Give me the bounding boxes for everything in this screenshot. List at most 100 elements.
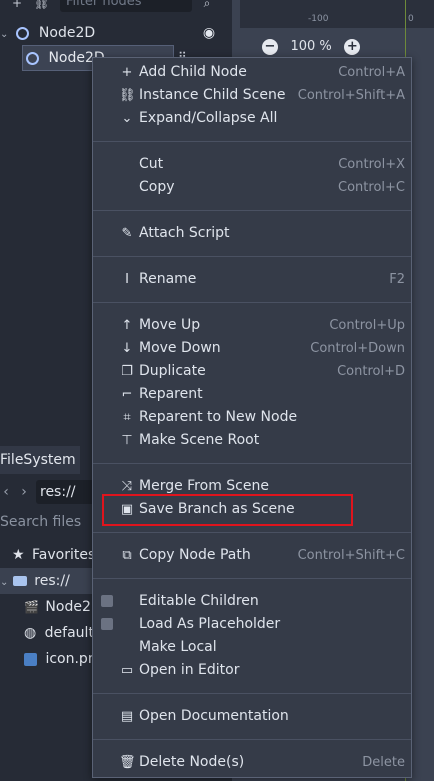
ruler-label: 0 <box>408 14 414 24</box>
arrow-up-icon: ↑ <box>121 318 133 333</box>
reparent-new-icon: ⌗ <box>123 410 131 425</box>
checkbox-unchecked[interactable] <box>101 618 113 630</box>
menu-shortcut: Control+X <box>338 157 405 172</box>
image-icon <box>24 652 37 666</box>
menu-label: Move Down <box>139 340 221 356</box>
menu-label: Make Local <box>139 639 217 655</box>
menu-label: Copy Node Path <box>139 547 251 563</box>
menu-shortcut: Control+Shift+C <box>297 548 405 563</box>
path-field[interactable]: res:// <box>36 480 96 504</box>
menu-item-add-child-node[interactable]: + Add Child Node Control+A <box>93 61 411 84</box>
fs-item-label: res:// <box>34 573 70 589</box>
menu-separator <box>93 141 411 142</box>
menu-separator <box>93 256 411 257</box>
menu-item-cut[interactable]: Cut Control+X <box>93 153 411 176</box>
menu-label: Rename <box>139 271 197 287</box>
visibility-eye-icon[interactable]: ◉ <box>200 26 218 40</box>
menu-item-delete-nodes[interactable]: 🗑 Delete Node(s) Delete <box>93 751 411 774</box>
node2d-icon <box>26 51 39 65</box>
search-icon[interactable]: ⌕ <box>200 0 214 10</box>
menu-item-instance-child-scene[interactable]: ⛓ Instance Child Scene Control+Shift+A <box>93 84 411 107</box>
menu-item-reparent[interactable]: ⌐ Reparent <box>93 383 411 406</box>
menu-label: Cut <box>139 156 164 172</box>
tree-row-root[interactable]: ⌄ Node2D <box>0 20 95 46</box>
menu-label: Copy <box>139 179 175 195</box>
folder-icon <box>12 576 27 586</box>
zoom-out-button[interactable]: − <box>262 38 278 55</box>
context-menu: + Add Child Node Control+A ⛓ Instance Ch… <box>92 57 412 778</box>
menu-item-expand-collapse[interactable]: ⌄ Expand/Collapse All <box>93 107 411 130</box>
tree-root-icon: ⊤ <box>121 433 133 448</box>
menu-label: Make Scene Root <box>139 432 260 448</box>
chevron-down-icon[interactable]: ⌄ <box>0 577 8 588</box>
fs-file-default[interactable]: ◍ default <box>24 620 94 646</box>
back-arrow-icon[interactable]: ‹ <box>0 480 12 504</box>
node-label: Node2D <box>38 25 96 41</box>
chevron-down-icon: ⌄ <box>121 111 133 126</box>
menu-label: Delete Node(s) <box>139 754 245 770</box>
menu-separator <box>93 693 411 694</box>
menu-label: Editable Children <box>139 593 259 609</box>
fs-item-label: default <box>44 625 94 641</box>
menu-label: Move Up <box>139 317 201 333</box>
forward-arrow-icon[interactable]: › <box>18 480 30 504</box>
menu-item-reparent-new-node[interactable]: ⌗ Reparent to New Node <box>93 406 411 429</box>
link-icon[interactable]: ⛓ <box>34 0 49 10</box>
fs-file-node2d[interactable]: 🎬 Node2D <box>24 594 102 620</box>
menu-item-copy-node-path[interactable]: ⧉ Copy Node Path Control+Shift+C <box>93 544 411 567</box>
menu-label: Duplicate <box>139 363 206 379</box>
add-node-icon[interactable]: + <box>10 0 24 10</box>
copy-path-icon: ⧉ <box>122 548 132 563</box>
menu-item-open-documentation[interactable]: ▤ Open Documentation <box>93 705 411 728</box>
menu-label: Expand/Collapse All <box>139 110 278 126</box>
zoom-level[interactable]: 100 % <box>282 36 340 58</box>
menu-item-duplicate[interactable]: ❐ Duplicate Control+D <box>93 360 411 383</box>
highlight-box <box>102 494 353 526</box>
zoom-controls: − 100 % + <box>262 36 361 58</box>
menu-shortcut: Control+Down <box>310 341 405 356</box>
menu-separator <box>93 463 411 464</box>
menu-item-editable-children[interactable]: Editable Children <box>93 590 411 613</box>
menu-label: Reparent <box>139 386 203 402</box>
menu-item-attach-script[interactable]: ✎ Attach Script <box>93 222 411 245</box>
menu-label: Attach Script <box>139 225 230 241</box>
menu-item-load-as-placeholder[interactable]: Load As Placeholder <box>93 613 411 636</box>
menu-shortcut: Control+C <box>338 180 405 195</box>
menu-item-open-in-editor[interactable]: ▭ Open in Editor <box>93 659 411 682</box>
zoom-in-button[interactable]: + <box>344 38 361 55</box>
search-files-input[interactable]: Search files <box>0 510 96 534</box>
tab-filesystem[interactable]: FileSystem <box>0 446 80 474</box>
menu-item-move-down[interactable]: ↓ Move Down Control+Down <box>93 337 411 360</box>
menu-label: Add Child Node <box>139 64 247 80</box>
menu-item-move-up[interactable]: ↑ Move Up Control+Up <box>93 314 411 337</box>
link-icon: ⛓ <box>119 88 136 103</box>
arrow-down-icon: ↓ <box>121 341 133 356</box>
trash-icon: 🗑 <box>119 755 136 770</box>
menu-shortcut: Control+Up <box>329 318 405 333</box>
fs-favorites[interactable]: ★ Favorites: <box>12 542 100 568</box>
menu-item-make-scene-root[interactable]: ⊤ Make Scene Root <box>93 429 411 452</box>
duplicate-icon: ❐ <box>121 364 133 379</box>
menu-separator <box>93 578 411 579</box>
menu-item-copy[interactable]: Copy Control+C <box>93 176 411 199</box>
menu-shortcut: Control+A <box>338 65 405 80</box>
checkbox-unchecked[interactable] <box>101 595 113 607</box>
ruler-label: -100 <box>308 14 329 24</box>
filter-nodes-input[interactable]: Filter nodes <box>60 0 192 12</box>
menu-item-rename[interactable]: I Rename F2 <box>93 268 411 291</box>
open-folder-icon: ▭ <box>120 663 134 678</box>
menu-item-make-local[interactable]: Make Local <box>93 636 411 659</box>
menu-label: Reparent to New Node <box>139 409 298 425</box>
fs-item-label: icon.pn <box>45 651 97 667</box>
text-cursor-icon: I <box>125 272 129 287</box>
menu-label: Open in Editor <box>139 662 240 678</box>
star-icon: ★ <box>12 547 25 563</box>
clapper-icon: 🎬 <box>24 600 39 614</box>
fs-res-folder[interactable]: ⌄ res:// <box>0 568 70 594</box>
menu-shortcut: Control+Shift+A <box>297 88 405 103</box>
menu-shortcut: Control+D <box>337 364 405 379</box>
fs-file-icon[interactable]: icon.pn <box>24 646 97 672</box>
menu-shortcut: Delete <box>362 755 405 770</box>
chevron-down-icon[interactable]: ⌄ <box>0 22 12 48</box>
doc-icon: ▤ <box>120 709 134 724</box>
